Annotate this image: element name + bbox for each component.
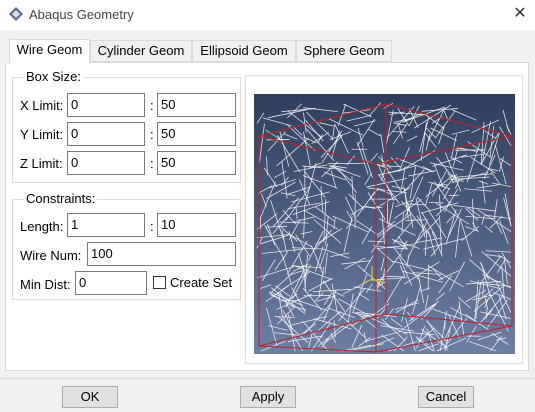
title-bar: Abaqus Geometry ✕ — [0, 0, 535, 30]
tab-wire-geom[interactable]: Wire Geom — [9, 39, 90, 63]
length-min-field[interactable]: 1 — [67, 213, 145, 237]
wire-num-label: Wire Num: — [20, 248, 82, 263]
wire-num-field[interactable]: 100 — [87, 242, 236, 266]
y-limit-min-field[interactable]: 0 — [67, 122, 145, 146]
apply-button[interactable]: Apply — [240, 386, 296, 408]
tab-cylinder-geom[interactable]: Cylinder Geom — [90, 40, 192, 62]
length-label: Length: — [20, 219, 64, 234]
window-title: Abaqus Geometry — [29, 7, 134, 22]
x-limit-label: X Limit: — [20, 98, 64, 113]
active-tab-seam — [10, 61, 89, 64]
abaqus-app-icon — [9, 7, 23, 21]
length-separator: : — [150, 219, 154, 234]
create-set-checkbox[interactable] — [153, 276, 166, 289]
constraints-title: Constraints: — [24, 191, 98, 206]
z-limit-label: Z Limit: — [20, 156, 63, 171]
cancel-button[interactable]: Cancel — [418, 386, 474, 408]
y-limit-max-field[interactable]: 50 — [157, 122, 236, 146]
tab-sphere-geom[interactable]: Sphere Geom — [296, 40, 392, 62]
x-limit-separator: : — [150, 98, 154, 113]
z-limit-separator: : — [150, 156, 154, 171]
tab-ellipsoid-geom[interactable]: Ellipsoid Geom — [192, 40, 296, 62]
min-dist-label: Min Dist: — [20, 277, 71, 292]
ok-button[interactable]: OK — [62, 386, 118, 408]
x-limit-min-field[interactable]: 0 — [67, 93, 145, 117]
x-limit-max-field[interactable]: 50 — [157, 93, 236, 117]
wire-geometry-viewport[interactable] — [254, 94, 515, 354]
min-dist-field[interactable]: 0 — [75, 271, 147, 295]
length-max-field[interactable]: 10 — [157, 213, 236, 237]
box-size-title: Box Size: — [24, 69, 83, 84]
button-separator — [0, 378, 535, 379]
y-limit-separator: : — [150, 127, 154, 142]
z-limit-min-field[interactable]: 0 — [67, 151, 145, 175]
close-icon[interactable]: ✕ — [512, 6, 528, 22]
create-set-label[interactable]: Create Set — [170, 275, 232, 290]
y-limit-label: Y Limit: — [20, 127, 64, 142]
z-limit-max-field[interactable]: 50 — [157, 151, 236, 175]
